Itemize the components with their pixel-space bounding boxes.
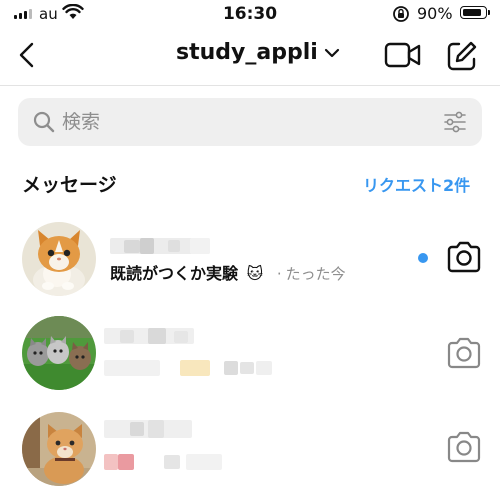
unread-dot <box>418 253 428 263</box>
compose-icon[interactable] <box>446 40 478 72</box>
separator: · <box>276 265 282 283</box>
cat-emoji: 🐱 <box>246 264 264 283</box>
account-switcher[interactable]: study_appli <box>176 40 340 65</box>
requests-link[interactable]: リクエスト2件 <box>363 172 470 196</box>
rotation-lock-icon <box>393 6 409 22</box>
contact-name-redacted <box>110 238 210 254</box>
battery-percent: 90% <box>417 4 453 23</box>
chevron-left-icon[interactable] <box>14 40 42 70</box>
message-text: 既読がつくか実験 <box>110 264 239 283</box>
battery-nub <box>488 10 490 15</box>
chevron-down-icon <box>324 48 339 57</box>
camera-icon[interactable] <box>446 336 482 370</box>
messages-heading: メッセージ <box>22 174 117 196</box>
thread-row[interactable] <box>0 308 500 400</box>
message-preview: 既読がつくか実験 🐱 · たった今 <box>110 260 346 284</box>
camera-icon[interactable] <box>446 430 482 464</box>
search-bar[interactable] <box>18 98 482 146</box>
status-bar: au 16:30 90% <box>0 0 500 30</box>
avatar-cat-portrait <box>22 412 96 486</box>
camera-icon[interactable] <box>446 240 482 274</box>
thread-content-redacted <box>104 420 234 472</box>
thread-row[interactable] <box>0 404 500 496</box>
video-camera-icon[interactable] <box>384 40 422 70</box>
search-input[interactable] <box>62 108 432 136</box>
thread-content-redacted <box>104 328 274 378</box>
battery-icon <box>460 6 487 19</box>
message-time: たった今 <box>285 265 346 283</box>
filter-icon[interactable] <box>444 110 466 134</box>
header-divider <box>0 85 500 86</box>
avatar-kittens-group <box>22 316 96 390</box>
search-icon <box>33 111 55 133</box>
username-title: study_appli <box>176 40 318 65</box>
avatar-kitten <box>22 222 96 296</box>
thread-row[interactable]: 既読がつくか実験 🐱 · たった今 <box>0 214 500 306</box>
